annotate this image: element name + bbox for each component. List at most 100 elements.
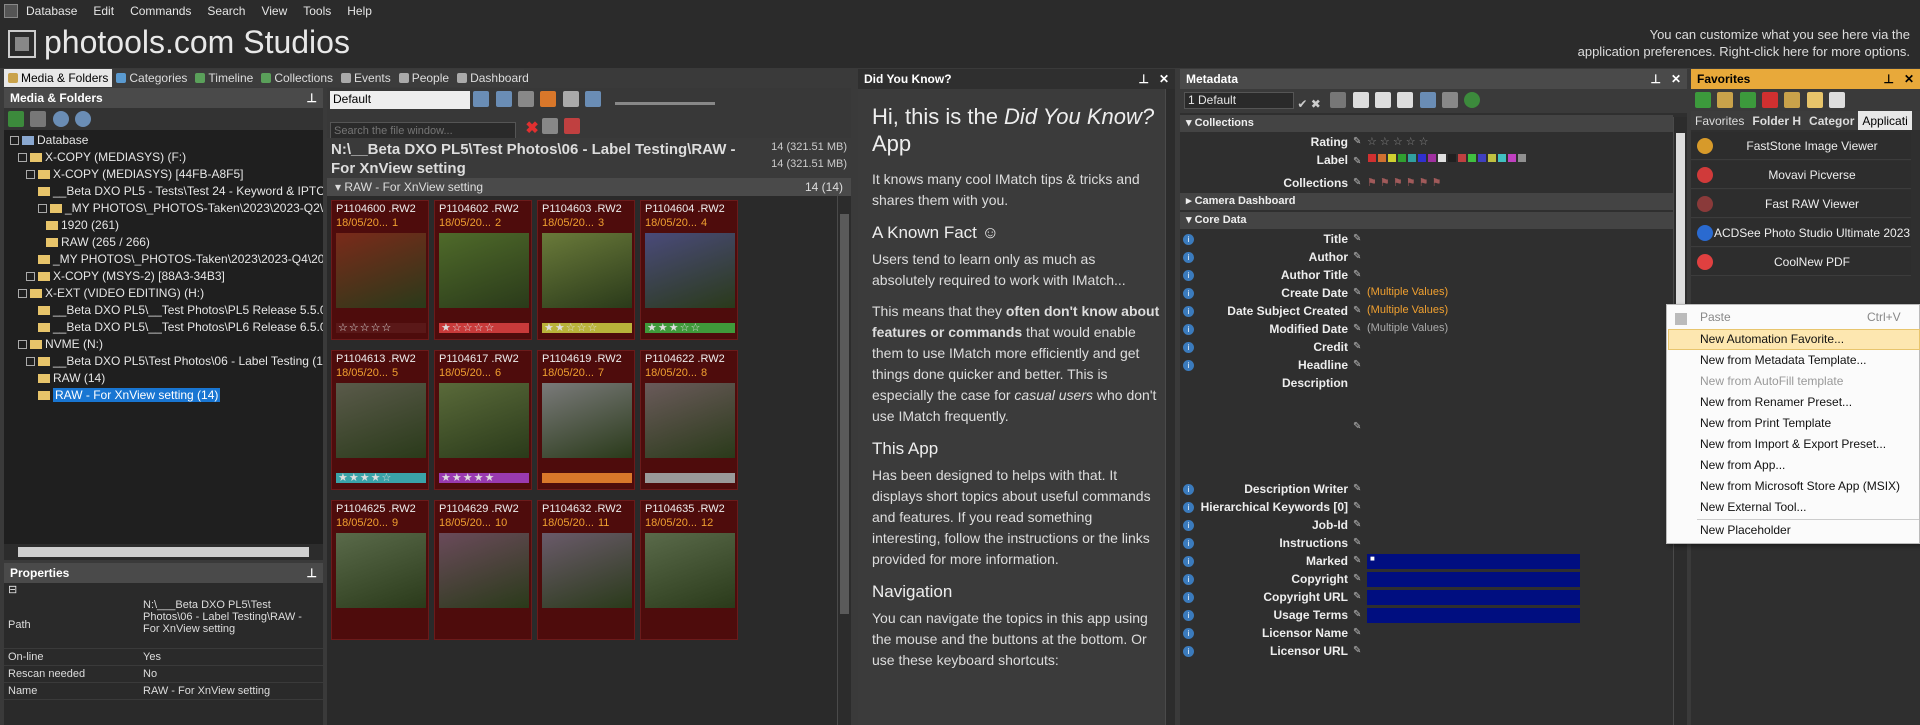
search-icon[interactable] bbox=[1397, 92, 1414, 108]
thumbnail[interactable]: P1104617 .RW2 18/05/20... 6 ★★★★★ bbox=[434, 350, 532, 490]
expand-icon[interactable] bbox=[26, 357, 35, 367]
tab-folder-hotlist[interactable]: Folder H bbox=[1748, 111, 1805, 130]
tree-item[interactable]: Database bbox=[4, 132, 323, 149]
color-label-swatch[interactable] bbox=[1458, 154, 1466, 162]
metadata-value-field[interactable] bbox=[1367, 250, 1580, 265]
tree-item[interactable]: 1920 (261) bbox=[4, 217, 323, 234]
settings-icon[interactable] bbox=[30, 111, 47, 127]
tree-item[interactable]: __Beta DXO PL5\Test Photos\06 - Label Te… bbox=[4, 353, 323, 370]
tree-item[interactable]: _MY PHOTOS\_PHOTOS-Taken\2023\2023-Q4\20… bbox=[4, 251, 323, 268]
pin-icon[interactable]: ⊥ bbox=[307, 563, 317, 583]
info-icon[interactable]: i bbox=[1183, 306, 1194, 317]
color-label-swatch[interactable] bbox=[1488, 154, 1496, 162]
pin-icon[interactable]: ⊥ bbox=[1650, 69, 1660, 89]
favorite-app-item[interactable]: FastStone Image Viewer bbox=[1691, 132, 1911, 160]
refresh-icon[interactable] bbox=[8, 111, 24, 127]
info-icon[interactable]: i bbox=[1183, 234, 1194, 245]
context-menu-item[interactable]: New from Print Template bbox=[1700, 416, 1831, 430]
metadata-value-field[interactable] bbox=[1367, 572, 1580, 587]
metadata-value-field[interactable] bbox=[1367, 376, 1580, 479]
tab-favorites[interactable]: Favorites bbox=[1691, 111, 1748, 130]
paste-icon[interactable] bbox=[1374, 92, 1391, 108]
menu-search[interactable]: Search bbox=[199, 4, 253, 18]
edit-pencil-icon[interactable]: ✎ bbox=[1353, 421, 1361, 432]
tree-item[interactable]: RAW - For XnView setting (14) bbox=[4, 387, 323, 404]
write-icon[interactable] bbox=[1419, 92, 1436, 108]
edit-pencil-icon[interactable]: ✎ bbox=[1353, 269, 1361, 280]
metadata-value-field[interactable] bbox=[1367, 626, 1580, 641]
rating-stars[interactable]: ★★★★★ bbox=[441, 471, 495, 484]
metadata-value-field[interactable]: (Multiple Values) bbox=[1367, 286, 1580, 301]
layout-select[interactable]: Default bbox=[330, 91, 470, 109]
metadata-value-field[interactable] bbox=[1367, 536, 1580, 551]
context-menu-item[interactable]: New from Microsoft Store App (MSIX) bbox=[1700, 479, 1900, 493]
thumbnail[interactable]: P1104600 .RW2 18/05/20... 1 ☆☆☆☆☆ bbox=[331, 200, 429, 340]
edit-pencil-icon[interactable]: ✎ bbox=[1353, 287, 1361, 298]
thumbnail[interactable]: P1104603 .RW2 18/05/20... 3 ★★☆☆☆ bbox=[537, 200, 635, 340]
tree-item[interactable]: __Beta DXO PL5\__Test Photos\PL5 Release… bbox=[4, 302, 323, 319]
info-icon[interactable]: i bbox=[1183, 484, 1194, 495]
globe-icon[interactable] bbox=[1464, 92, 1481, 108]
tab-media-folders[interactable]: Media & Folders bbox=[4, 69, 113, 87]
copy-icon[interactable] bbox=[1352, 92, 1369, 108]
file-vscrollbar[interactable] bbox=[837, 196, 851, 725]
edit-pencil-icon[interactable]: ✎ bbox=[1353, 359, 1361, 370]
thumbnail[interactable]: P1104625 .RW2 18/05/20... 9 bbox=[331, 500, 429, 640]
edit-pencil-icon[interactable]: ✎ bbox=[1353, 537, 1361, 548]
tab-categories[interactable]: Categor bbox=[1805, 111, 1858, 130]
forward-icon[interactable] bbox=[75, 111, 92, 127]
edit-pencil-icon[interactable]: ✎ bbox=[1353, 323, 1361, 334]
close-icon[interactable]: ✕ bbox=[1904, 69, 1914, 89]
expand-icon[interactable] bbox=[18, 340, 27, 350]
tab-dashboard[interactable]: Dashboard bbox=[453, 69, 533, 87]
rating-stars[interactable]: ☆☆☆☆☆ bbox=[338, 321, 392, 334]
filter-icon[interactable] bbox=[540, 91, 557, 107]
info-icon[interactable]: i bbox=[1183, 360, 1194, 371]
tree-item[interactable]: __Beta DXO PL5 - Tests\Test 24 - Keyword… bbox=[4, 183, 323, 200]
context-menu-item[interactable]: New from Metadata Template... bbox=[1700, 353, 1867, 367]
menu-item-paste[interactable]: Paste bbox=[1700, 310, 1731, 324]
context-menu-item[interactable]: New from Import & Export Preset... bbox=[1700, 437, 1886, 451]
menu-edit[interactable]: Edit bbox=[85, 4, 122, 18]
color-label-swatch[interactable] bbox=[1368, 154, 1376, 162]
metadata-value-field[interactable]: ⚑ ⚑ ⚑ ⚑ ⚑ ⚑ bbox=[1367, 176, 1580, 191]
add-icon[interactable] bbox=[1695, 92, 1711, 108]
apply-icon[interactable]: ✔ bbox=[1297, 97, 1307, 111]
favorite-app-item[interactable]: Movavi Picverse bbox=[1691, 161, 1911, 189]
info-icon[interactable]: i bbox=[1183, 252, 1194, 263]
edit-pencil-icon[interactable]: ✎ bbox=[1353, 177, 1361, 188]
rating-stars[interactable]: ★★☆☆☆ bbox=[544, 321, 598, 334]
delete-icon[interactable] bbox=[1762, 92, 1779, 108]
refresh-icon[interactable] bbox=[1829, 92, 1846, 108]
info-icon[interactable]: i bbox=[1183, 628, 1194, 639]
add-check-icon[interactable] bbox=[1739, 92, 1756, 108]
edit-pencil-icon[interactable]: ✎ bbox=[1353, 501, 1361, 512]
metadata-value-field[interactable] bbox=[1367, 608, 1580, 623]
edit-pencil-icon[interactable]: ✎ bbox=[1353, 555, 1361, 566]
info-icon[interactable]: i bbox=[1183, 342, 1194, 353]
edit-pencil-icon[interactable]: ✎ bbox=[1353, 341, 1361, 352]
color-label-swatch[interactable] bbox=[1378, 154, 1386, 162]
info-icon[interactable]: i bbox=[1183, 502, 1194, 513]
color-label-swatch[interactable] bbox=[1468, 154, 1476, 162]
metadata-value-field[interactable]: ☆ ☆ ☆ ☆ ☆ bbox=[1367, 135, 1580, 150]
tree-item[interactable]: X-COPY (MSYS-2) [88A3-34B3] bbox=[4, 268, 323, 285]
metadata-section-header[interactable]: ▾ Collections bbox=[1180, 115, 1673, 132]
tab-applications[interactable]: Applicati bbox=[1858, 111, 1912, 130]
color-label-swatch[interactable] bbox=[1438, 154, 1446, 162]
thumbnail[interactable]: P1104635 .RW2 18/05/20... 12 bbox=[640, 500, 738, 640]
clear-filter-icon[interactable]: ✖ bbox=[525, 120, 538, 137]
tree-hscrollbar[interactable] bbox=[4, 544, 323, 560]
search-options-icon[interactable] bbox=[564, 118, 581, 134]
add-sub-icon[interactable] bbox=[1717, 92, 1734, 108]
metadata-value-field[interactable]: (Multiple Values) bbox=[1367, 322, 1580, 337]
tab-timeline[interactable]: Timeline bbox=[191, 69, 257, 87]
metadata-value-field[interactable] bbox=[1367, 518, 1580, 533]
template-icon[interactable] bbox=[1441, 92, 1458, 108]
context-menu-item[interactable]: New External Tool... bbox=[1700, 500, 1807, 514]
tab-people[interactable]: People bbox=[395, 69, 453, 87]
view-icon[interactable] bbox=[473, 91, 490, 107]
info-icon[interactable]: i bbox=[1183, 538, 1194, 549]
rating-stars[interactable]: ★☆☆☆☆ bbox=[441, 321, 495, 334]
tab-collections[interactable]: Collections bbox=[257, 69, 337, 87]
